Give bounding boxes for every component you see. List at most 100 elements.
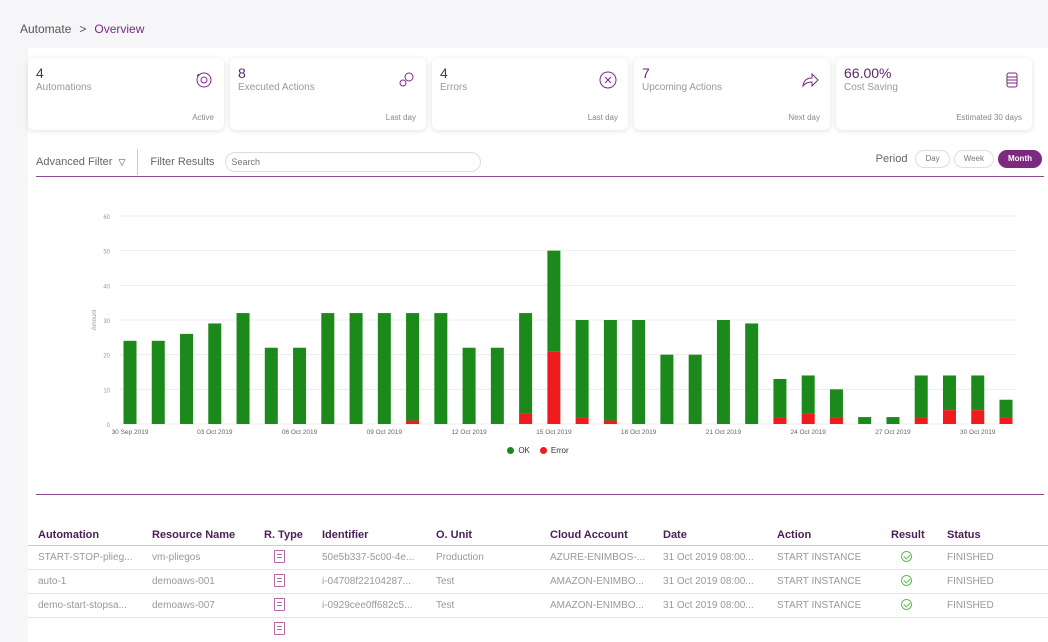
cell-r-type	[264, 597, 322, 614]
column-r-type[interactable]: R. Type	[264, 529, 322, 541]
bar-ok	[264, 347, 278, 424]
column-result[interactable]: Result	[891, 529, 947, 541]
card-value: 66.00%	[844, 65, 892, 81]
card-sub: Last day	[587, 113, 618, 122]
server-icon	[274, 549, 285, 563]
period-week-button[interactable]: Week	[953, 150, 994, 168]
card-automations[interactable]: 4 Automations Active	[28, 58, 224, 130]
card-executed-actions[interactable]: 8 Executed Actions Last day	[230, 58, 426, 130]
bar-error	[971, 410, 985, 424]
card-sub: Active	[192, 113, 214, 122]
card-cost-saving[interactable]: 66.00% Cost Saving Estimated 30 days	[836, 58, 1032, 130]
table-row[interactable]	[28, 618, 1048, 642]
column-resource-name[interactable]: Resource Name	[152, 529, 264, 541]
bar-ok	[377, 313, 391, 424]
error-circle-x-icon	[599, 71, 617, 89]
bar-ok	[914, 375, 928, 418]
column-o-unit[interactable]: O. Unit	[436, 529, 550, 541]
column-cloud-account[interactable]: Cloud Account	[550, 529, 663, 541]
cell-action: START INSTANCE	[777, 552, 862, 563]
breadcrumb-root[interactable]: Automate	[20, 22, 71, 36]
divider	[36, 494, 1044, 495]
legend-error-label: Error	[550, 446, 569, 455]
automation-table: Automation Resource Name R. Type Identif…	[28, 524, 1048, 642]
bar-ok	[462, 347, 476, 424]
breadcrumb: Automate > Overview	[20, 22, 144, 36]
bar-ok	[603, 320, 617, 421]
bar-error	[942, 410, 956, 424]
bar-error	[547, 351, 561, 424]
y-tick-label: 60	[103, 215, 110, 221]
cell-result	[891, 574, 947, 589]
column-date[interactable]: Date	[663, 529, 777, 541]
table-row[interactable]: auto-1 demoaws-001 i-04708f22104287... T…	[28, 570, 1048, 594]
bar-error	[603, 420, 617, 424]
summary-cards: 4 Automations Active 8 Executed Actions …	[28, 58, 1032, 130]
cell-result	[891, 550, 947, 565]
bar-ok	[942, 375, 956, 411]
column-automation[interactable]: Automation	[38, 529, 152, 541]
advanced-filter-toggle[interactable]: Advanced Filter ▽	[28, 149, 139, 175]
bar-ok	[406, 313, 420, 421]
period-selector: Period Day Week Month	[876, 150, 1042, 168]
chart-legend: OK Error	[28, 446, 1048, 455]
bar-ok	[490, 347, 504, 424]
server-icon	[274, 597, 285, 611]
bar-ok	[180, 333, 194, 424]
cell-date: 31 Oct 2019 08:00...	[663, 552, 754, 563]
column-identifier[interactable]: Identifier	[322, 529, 436, 541]
card-upcoming-actions[interactable]: 7 Upcoming Actions Next day	[634, 58, 830, 130]
legend-ok[interactable]: OK	[507, 446, 530, 455]
bar-ok	[208, 323, 222, 424]
y-tick-label: 20	[103, 354, 110, 360]
search-input[interactable]	[224, 152, 481, 172]
bar-error	[801, 413, 815, 424]
x-tick-label: 03 Oct 2019	[197, 429, 233, 436]
y-tick-label: 0	[107, 423, 111, 429]
card-value: 4	[440, 65, 448, 81]
bar-ok	[858, 417, 872, 424]
check-circle-icon	[901, 550, 912, 562]
bar-ok	[688, 354, 702, 424]
card-label: Automations	[36, 82, 92, 93]
bar-ok	[773, 378, 787, 418]
bar-ok	[575, 320, 589, 418]
y-tick-label: 50	[103, 250, 110, 256]
card-value: 7	[642, 65, 650, 81]
bar-ok	[519, 313, 533, 414]
bar-ok	[999, 399, 1013, 418]
x-tick-label: 06 Oct 2019	[282, 429, 318, 436]
period-day-button[interactable]: Day	[915, 150, 950, 168]
cell-resource-name: demoaws-007	[152, 600, 215, 611]
cell-cloud-account: AMAZON-ENIMBO...	[550, 576, 644, 587]
card-value: 4	[36, 65, 44, 81]
legend-error[interactable]: Error	[539, 446, 569, 455]
x-tick-label: 15 Oct 2019	[536, 429, 572, 436]
bar-ok	[547, 250, 561, 352]
cell-cloud-account: AMAZON-ENIMBO...	[550, 600, 644, 611]
chevron-down-icon: ▽	[118, 156, 126, 167]
cell-automation: START-STOP-plieg...	[38, 552, 133, 563]
table-row[interactable]: demo-start-stopsa... demoaws-007 i-0929c…	[28, 594, 1048, 618]
column-action[interactable]: Action	[777, 529, 891, 541]
x-tick-label: 09 Oct 2019	[367, 429, 403, 436]
bar-error	[999, 417, 1013, 424]
divider	[36, 176, 1044, 177]
cell-resource-name: demoaws-001	[152, 576, 215, 587]
cell-cloud-account: AZURE-ENIMBOS-...	[550, 552, 646, 563]
card-sub: Last day	[385, 113, 416, 122]
card-errors[interactable]: 4 Errors Last day	[432, 58, 628, 130]
period-month-button[interactable]: Month	[998, 150, 1042, 168]
table-row[interactable]: START-STOP-plieg... vm-pliegos 50e5b337-…	[28, 546, 1048, 570]
column-status[interactable]: Status	[947, 529, 1027, 541]
y-axis-label: Amount	[92, 309, 98, 330]
bar-ok	[801, 375, 815, 414]
card-value: 8	[238, 65, 246, 81]
card-sub: Next day	[788, 113, 820, 122]
cell-o-unit: Production	[436, 552, 484, 563]
bar-ok	[236, 313, 250, 424]
gears-icon	[399, 72, 414, 87]
x-tick-label: 12 Oct 2019	[451, 429, 487, 436]
breadcrumb-current: Overview	[94, 22, 145, 36]
bar-ok	[632, 320, 646, 424]
